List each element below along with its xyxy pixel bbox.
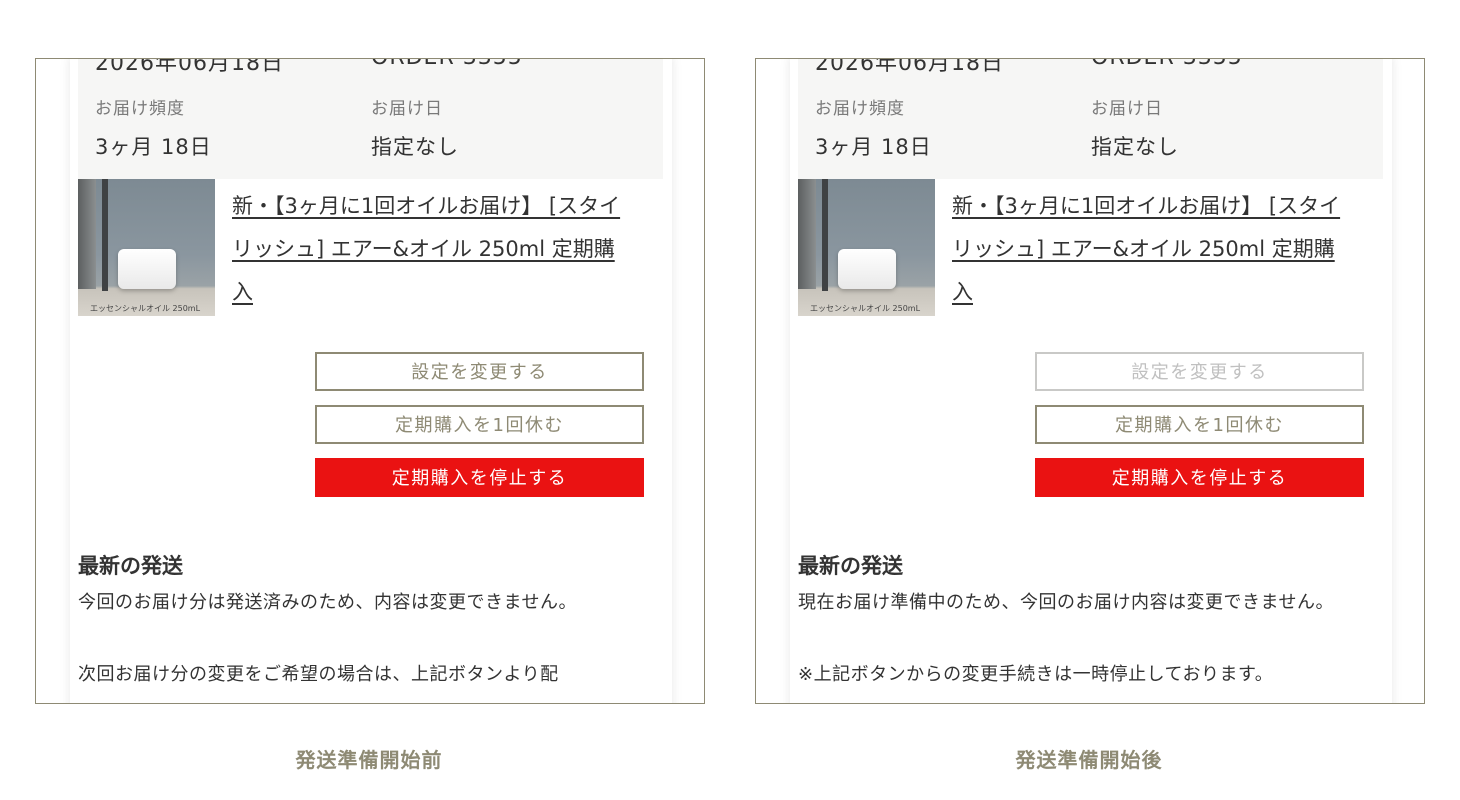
delivery-day-label: お届け日 xyxy=(1091,99,1163,119)
subscription-card: 2026年06月18日 ORDER-3355 お届け頻度 お届け日 3ヶ月 18… xyxy=(70,58,672,703)
order-number-value: ORDER-3355 xyxy=(371,59,523,70)
skip-once-button[interactable]: 定期購入を1回休む xyxy=(1035,405,1364,444)
panel-caption-after: 発送準備開始後 xyxy=(1015,748,1163,772)
frequency-value: 3ヶ月 18日 xyxy=(815,135,932,159)
product-image-caption: エッセンシャルオイル 250mL xyxy=(90,304,201,313)
diffuser-device-illustration xyxy=(118,249,176,289)
stop-subscription-button[interactable]: 定期購入を停止する xyxy=(1035,458,1364,497)
product-title-link[interactable]: 新・【3ヶ月に1回オイルお届け】 [スタイリッシュ] エアー&オイル 250ml… xyxy=(232,185,632,314)
panel-before-preparation: 2026年06月18日 ORDER-3355 お届け頻度 お届け日 3ヶ月 18… xyxy=(35,58,705,704)
next-date-value: 2026年06月18日 xyxy=(815,58,1004,76)
latest-shipment-heading: 最新の発送 xyxy=(78,554,183,578)
subscription-card: 2026年06月18日 ORDER-3355 お届け頻度 お届け日 3ヶ月 18… xyxy=(790,58,1392,703)
product-image[interactable]: エッセンシャルオイル 250mL xyxy=(798,179,935,316)
product-title-link[interactable]: 新・【3ヶ月に1回オイルお届け】 [スタイリッシュ] エアー&オイル 250ml… xyxy=(952,185,1352,314)
subscription-info-box: 2026年06月18日 ORDER-3355 お届け頻度 お届け日 3ヶ月 18… xyxy=(798,58,1383,179)
shipment-notice-text-2: 次回お届け分の変更をご希望の場合は、上記ボタンより配 xyxy=(78,664,559,685)
order-number-value: ORDER-3355 xyxy=(1091,59,1243,70)
change-settings-button[interactable]: 設定を変更する xyxy=(315,352,644,391)
panel-caption-before: 発送準備開始前 xyxy=(295,748,443,772)
shipment-notice-text: 今回のお届け分は発送済みのため、内容は変更できません。 xyxy=(78,592,577,613)
subscription-info-box: 2026年06月18日 ORDER-3355 お届け頻度 お届け日 3ヶ月 18… xyxy=(78,58,663,179)
skip-once-button[interactable]: 定期購入を1回休む xyxy=(315,405,644,444)
frequency-label: お届け頻度 xyxy=(95,99,185,119)
product-image[interactable]: エッセンシャルオイル 250mL xyxy=(78,179,215,316)
delivery-day-value: 指定なし xyxy=(1091,135,1179,159)
delivery-day-label: お届け日 xyxy=(371,99,443,119)
shipment-notice-text-2: ※上記ボタンからの変更手続きは一時停止しております。 xyxy=(798,664,1274,685)
frequency-value: 3ヶ月 18日 xyxy=(95,135,212,159)
panel-after-preparation: 2026年06月18日 ORDER-3355 お届け頻度 お届け日 3ヶ月 18… xyxy=(755,58,1425,704)
change-settings-button-disabled: 設定を変更する xyxy=(1035,352,1364,391)
frequency-label: お届け頻度 xyxy=(815,99,905,119)
delivery-day-value: 指定なし xyxy=(371,135,459,159)
diffuser-device-illustration xyxy=(838,249,896,289)
product-image-caption: エッセンシャルオイル 250mL xyxy=(810,304,921,313)
latest-shipment-heading: 最新の発送 xyxy=(798,554,903,578)
shipment-notice-text: 現在お届け準備中のため、今回のお届け内容は変更できません。 xyxy=(798,592,1334,613)
next-date-value: 2026年06月18日 xyxy=(95,58,284,76)
stop-subscription-button[interactable]: 定期購入を停止する xyxy=(315,458,644,497)
